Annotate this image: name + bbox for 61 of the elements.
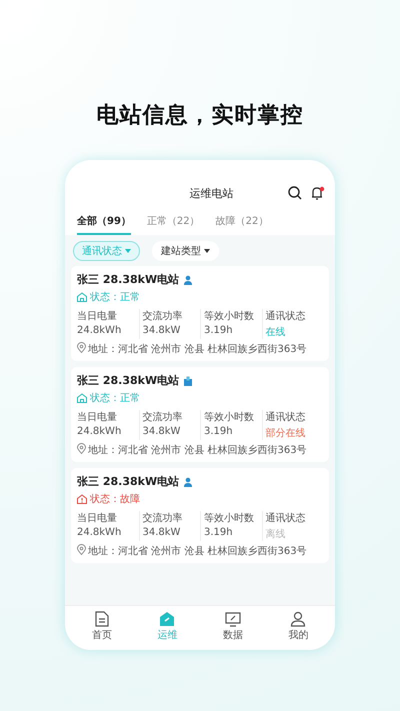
station-address: 地址：河北省 沧州市 沧县 杜林回族乡西街363号 <box>88 544 307 558</box>
filter-dropdown[interactable]: 建站类型 <box>152 241 219 261</box>
screen-title: 运维电站 <box>188 186 234 200</box>
house-icon <box>159 611 176 627</box>
stat-label: 等效小时数 <box>204 410 255 424</box>
stat-label: 通讯状态 <box>266 410 306 424</box>
tab[interactable]: 正常（22） <box>146 214 200 235</box>
station-status: 状态：正常 <box>90 392 140 405</box>
stat-label: 通讯状态 <box>266 310 306 323</box>
house-icon <box>77 292 87 302</box>
stat-value: 24.8kWh <box>77 527 122 538</box>
station-name: 张三 28.38kW电站 <box>77 474 180 489</box>
warning-house-icon <box>77 494 87 504</box>
stat-label: 当日电量 <box>77 410 118 424</box>
stat-value: 24.8kWh <box>77 426 122 437</box>
tab[interactable]: 故障（22） <box>216 214 268 235</box>
search-icon[interactable] <box>288 186 302 200</box>
station-status: 状态：正常 <box>90 290 140 304</box>
bell-icon[interactable] <box>310 186 325 200</box>
person-icon <box>290 611 306 627</box>
monitor-icon <box>224 611 241 627</box>
stat-label: 当日电量 <box>77 310 118 323</box>
stat-label: 等效小时数 <box>204 310 255 323</box>
station-status: 状态：故障 <box>90 492 140 506</box>
stat-value: 3.19h <box>204 527 234 538</box>
station-card[interactable]: 张三 28.38kW电站 状态：故障 当日电量 24.8kWh 交流功率 34.8kW 等效小时数 3.19h 通讯状态 离线 地址：河北省 沧州市 沧县 杜林回族乡西街363号 <box>71 468 329 563</box>
stat-label: 交流功率 <box>142 310 184 323</box>
location-pin-icon <box>77 443 86 454</box>
comm-status: 部分在线 <box>266 426 306 440</box>
nav-tab[interactable]: 数据 <box>222 611 243 642</box>
location-pin-icon <box>77 544 86 555</box>
station-name: 张三 28.38kW电站 <box>77 373 180 388</box>
stat-value: 3.19h <box>204 426 234 437</box>
stat-value: 34.8kW <box>142 426 182 437</box>
stat-value: 3.19h <box>204 325 234 336</box>
comm-status: 在线 <box>266 326 286 339</box>
caret-icon <box>204 249 210 253</box>
stat-value: 24.8kWh <box>77 325 122 336</box>
comm-status: 离线 <box>266 528 286 541</box>
stat-label: 交流功率 <box>142 410 184 424</box>
location-pin-icon <box>77 342 86 353</box>
headline: 电站信息，实时掌控 <box>96 102 304 130</box>
stat-label: 当日电量 <box>77 512 118 525</box>
station-name: 张三 28.38kW电站 <box>77 272 180 287</box>
nav-tab[interactable]: 我的 <box>288 611 308 642</box>
caret-icon <box>125 249 131 253</box>
stat-label: 通讯状态 <box>266 512 306 525</box>
station-address: 地址：河北省 沧州市 沧县 杜林回族乡西街363号 <box>88 444 307 457</box>
person-icon <box>183 274 194 284</box>
stat-value: 34.8kW <box>142 527 182 538</box>
stat-label: 等效小时数 <box>204 512 255 525</box>
stat-label: 交流功率 <box>142 512 184 525</box>
station-card[interactable]: 张三 28.38kW电站 状态：正常 当日电量 24.8kWh 交流功率 34.8kW 等效小时数 3.19h 通讯状态 在线 地址：河北省 沧州市 沧县 杜林回族乡西街363号 <box>71 266 329 361</box>
stat-value: 34.8kW <box>142 325 182 336</box>
station-card[interactable]: 张三 28.38kW电站 状态：正常 当日电量 24.8kWh 交流功率 34.8kW 等效小时数 3.19h 通讯状态 部分在线 地址：河北省 沧州市 沧县 杜林回族乡西街363号 <box>71 367 329 462</box>
nav-tab[interactable]: 首页 <box>92 611 112 642</box>
house-icon <box>77 393 87 403</box>
briefcase-icon <box>183 376 194 386</box>
person-icon <box>183 476 194 486</box>
document-icon <box>94 611 109 627</box>
station-address: 地址：河北省 沧州市 沧县 杜林回族乡西街363号 <box>88 342 307 356</box>
